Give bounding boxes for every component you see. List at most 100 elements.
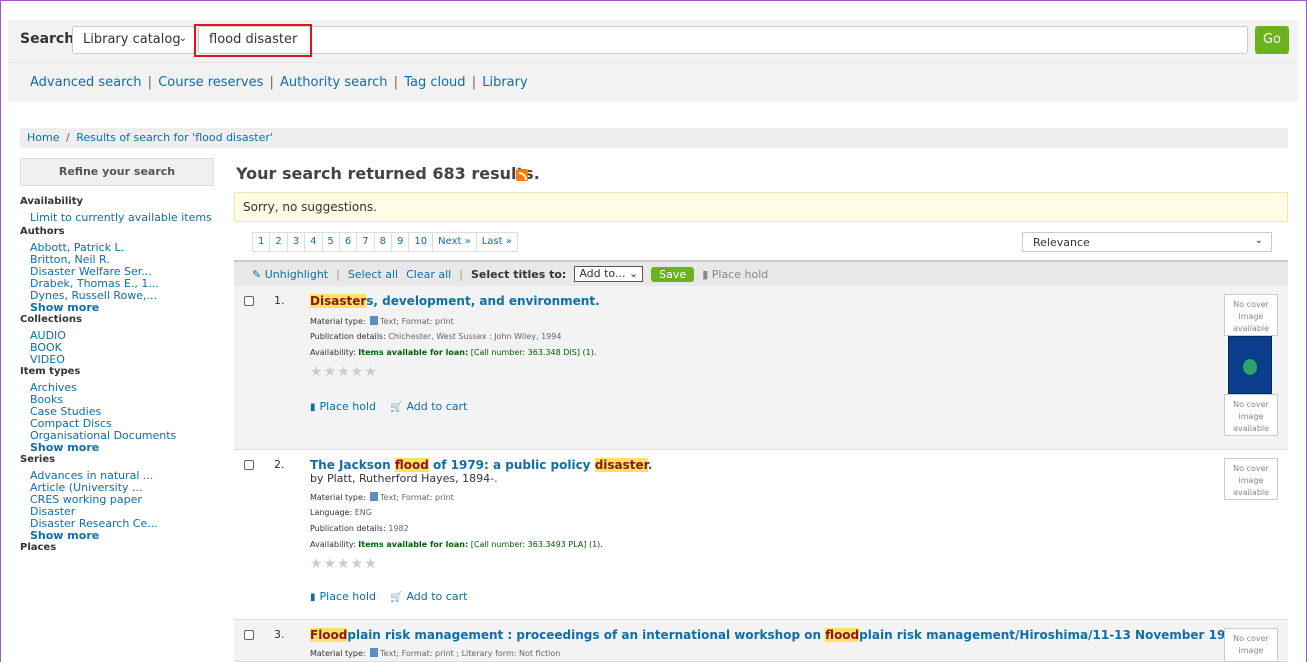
result-checkbox[interactable] bbox=[244, 630, 254, 640]
show-more-authors-link[interactable]: Show more bbox=[20, 302, 214, 314]
rating-stars[interactable]: ★★★★★ bbox=[310, 556, 378, 572]
unhighlight-button[interactable]: ✎ Unhighlight bbox=[252, 268, 328, 281]
publication-details: Publication details: 1982 bbox=[310, 524, 409, 533]
page-link[interactable]: 10 bbox=[408, 232, 434, 252]
page-link[interactable]: 9 bbox=[391, 232, 410, 252]
breadcrumb-separator: / bbox=[65, 131, 70, 144]
cover-image[interactable] bbox=[1228, 336, 1272, 394]
facet-title-availability: Availability bbox=[20, 196, 83, 207]
language: Language: ENG bbox=[310, 508, 372, 517]
separator: | bbox=[269, 75, 274, 90]
result-number: 1. bbox=[274, 294, 285, 307]
facet-item-collection[interactable]: VIDEO bbox=[20, 354, 214, 366]
authority-search-link[interactable]: Authority search bbox=[280, 75, 388, 90]
material-type: Material type: Text; Format: print bbox=[310, 492, 454, 502]
place-hold-link[interactable]: ▮ Place hold bbox=[310, 400, 376, 413]
page-link[interactable]: 7 bbox=[356, 232, 375, 252]
course-reserves-link[interactable]: Course reserves bbox=[158, 75, 263, 90]
page-link[interactable]: 6 bbox=[338, 232, 358, 252]
result-title-link[interactable]: The Jackson flood of 1979: a public poli… bbox=[310, 458, 652, 472]
result-byline: by Platt, Rutherford Hayes, 1894-. bbox=[310, 472, 498, 485]
availability: Availability: Items available for loan: … bbox=[310, 348, 597, 357]
separator: | bbox=[471, 75, 477, 90]
page-link[interactable]: 5 bbox=[321, 232, 340, 252]
result-number: 3. bbox=[274, 628, 285, 641]
library-link[interactable]: Library bbox=[482, 75, 527, 90]
advanced-search-link[interactable]: Advanced search bbox=[30, 75, 142, 90]
place-hold-link[interactable]: ▮ Place hold bbox=[310, 590, 376, 603]
last-page-link[interactable]: Last » bbox=[475, 232, 518, 252]
catalog-select-value: Library catalog bbox=[83, 32, 181, 47]
result-title-link[interactable]: Disasters, development, and environment. bbox=[310, 294, 600, 308]
refine-heading: Refine your search bbox=[20, 158, 214, 186]
search-label: Search bbox=[20, 31, 75, 47]
add-to-cart-link[interactable]: 🛒 Add to cart bbox=[390, 590, 467, 603]
no-cover-placeholder: No cover image available bbox=[1224, 394, 1278, 436]
chevron-down-icon: ⌄ bbox=[1254, 235, 1263, 246]
result-row: 3. Floodplain risk management : proceedi… bbox=[234, 620, 1288, 662]
rss-icon[interactable] bbox=[516, 169, 528, 181]
select-all-link[interactable]: Select all bbox=[348, 268, 398, 281]
search-input-value: flood disaster bbox=[209, 32, 298, 47]
separator: | bbox=[336, 267, 340, 281]
facet-title-item-types: Item types bbox=[20, 366, 81, 377]
tag-cloud-link[interactable]: Tag cloud bbox=[404, 75, 465, 90]
show-more-series-link[interactable]: Show more bbox=[20, 530, 214, 542]
result-checkbox[interactable] bbox=[244, 296, 254, 306]
go-button[interactable]: Go bbox=[1255, 26, 1289, 54]
search-input[interactable]: flood disaster bbox=[198, 26, 1248, 54]
no-cover-placeholder: No cover image bbox=[1224, 628, 1278, 662]
sort-select[interactable]: Relevance ⌄ bbox=[1022, 232, 1272, 252]
page-link[interactable]: 3 bbox=[286, 232, 306, 252]
chevron-down-icon: ⌄ bbox=[628, 267, 639, 280]
bookmark-icon: ▮ bbox=[310, 402, 316, 413]
facet-title-collections: Collections bbox=[20, 314, 82, 325]
clear-all-link[interactable]: Clear all bbox=[406, 268, 451, 281]
select-titles-label: Select titles to: bbox=[470, 267, 567, 281]
page-link[interactable]: 4 bbox=[304, 232, 323, 252]
availability: Availability: Items available for loan: … bbox=[310, 540, 603, 549]
separator: | bbox=[393, 75, 399, 90]
material-type: Material type: Text; Format: print bbox=[310, 316, 454, 326]
result-row: 2. The Jackson flood of 1979: a public p… bbox=[234, 450, 1288, 620]
page-link[interactable]: 1 bbox=[252, 232, 271, 252]
cart-icon: 🛒 bbox=[390, 402, 403, 413]
breadcrumb-home-link[interactable]: Home bbox=[27, 131, 59, 144]
no-cover-placeholder: No cover image available bbox=[1224, 458, 1278, 500]
pencil-icon: ✎ bbox=[252, 267, 262, 281]
result-row: 1. Disasters, development, and environme… bbox=[234, 286, 1288, 450]
facet-title-authors: Authors bbox=[20, 226, 65, 237]
save-button[interactable]: Save bbox=[651, 266, 695, 282]
refine-sidebar: Refine your search Availability Limit to… bbox=[20, 158, 214, 662]
page-link[interactable]: 2 bbox=[269, 232, 288, 252]
bookmark-icon: ▮ bbox=[702, 267, 709, 281]
show-more-item-types-link[interactable]: Show more bbox=[20, 442, 214, 454]
facet-item-available[interactable]: Limit to currently available items bbox=[20, 212, 214, 224]
breadcrumb-current[interactable]: Results of search for 'flood disaster' bbox=[76, 131, 273, 144]
rating-stars[interactable]: ★★★★★ bbox=[310, 364, 378, 380]
place-hold-toolbar-button[interactable]: ▮ Place hold bbox=[702, 268, 768, 281]
result-number: 2. bbox=[274, 458, 285, 471]
catalog-select[interactable]: Library catalog ⌄ bbox=[72, 26, 196, 54]
facet-title-places: Places bbox=[20, 542, 57, 553]
result-checkbox[interactable] bbox=[244, 460, 254, 470]
bookmark-icon: ▮ bbox=[310, 592, 316, 603]
selection-toolbar: ✎ Unhighlight | Select all Clear all | S… bbox=[234, 260, 1288, 286]
next-page-link[interactable]: Next » bbox=[432, 232, 477, 252]
add-to-cart-link[interactable]: 🛒 Add to cart bbox=[390, 400, 467, 413]
material-type: Material type: Text; Format: print ; Lit… bbox=[310, 648, 561, 658]
pagination: 1 2 3 4 5 6 7 8 9 10 Next » Last » bbox=[252, 232, 518, 252]
results-heading: Your search returned 683 results. bbox=[236, 164, 540, 183]
chevron-down-icon: ⌄ bbox=[178, 33, 187, 44]
add-to-select[interactable]: Add to... ⌄ bbox=[574, 266, 644, 282]
book-icon bbox=[370, 492, 379, 501]
result-title-link[interactable]: Floodplain risk management : proceedings… bbox=[310, 628, 1247, 642]
page-link[interactable]: 8 bbox=[373, 232, 392, 252]
book-icon bbox=[370, 316, 379, 325]
sort-select-value: Relevance bbox=[1033, 236, 1090, 249]
breadcrumb: Home / Results of search for 'flood disa… bbox=[20, 128, 1288, 148]
publication-details: Publication details: Chichester, West Su… bbox=[310, 332, 562, 341]
separator: | bbox=[147, 75, 153, 90]
book-icon bbox=[370, 648, 379, 657]
results-main: Your search returned 683 results. Sorry,… bbox=[234, 158, 1288, 662]
